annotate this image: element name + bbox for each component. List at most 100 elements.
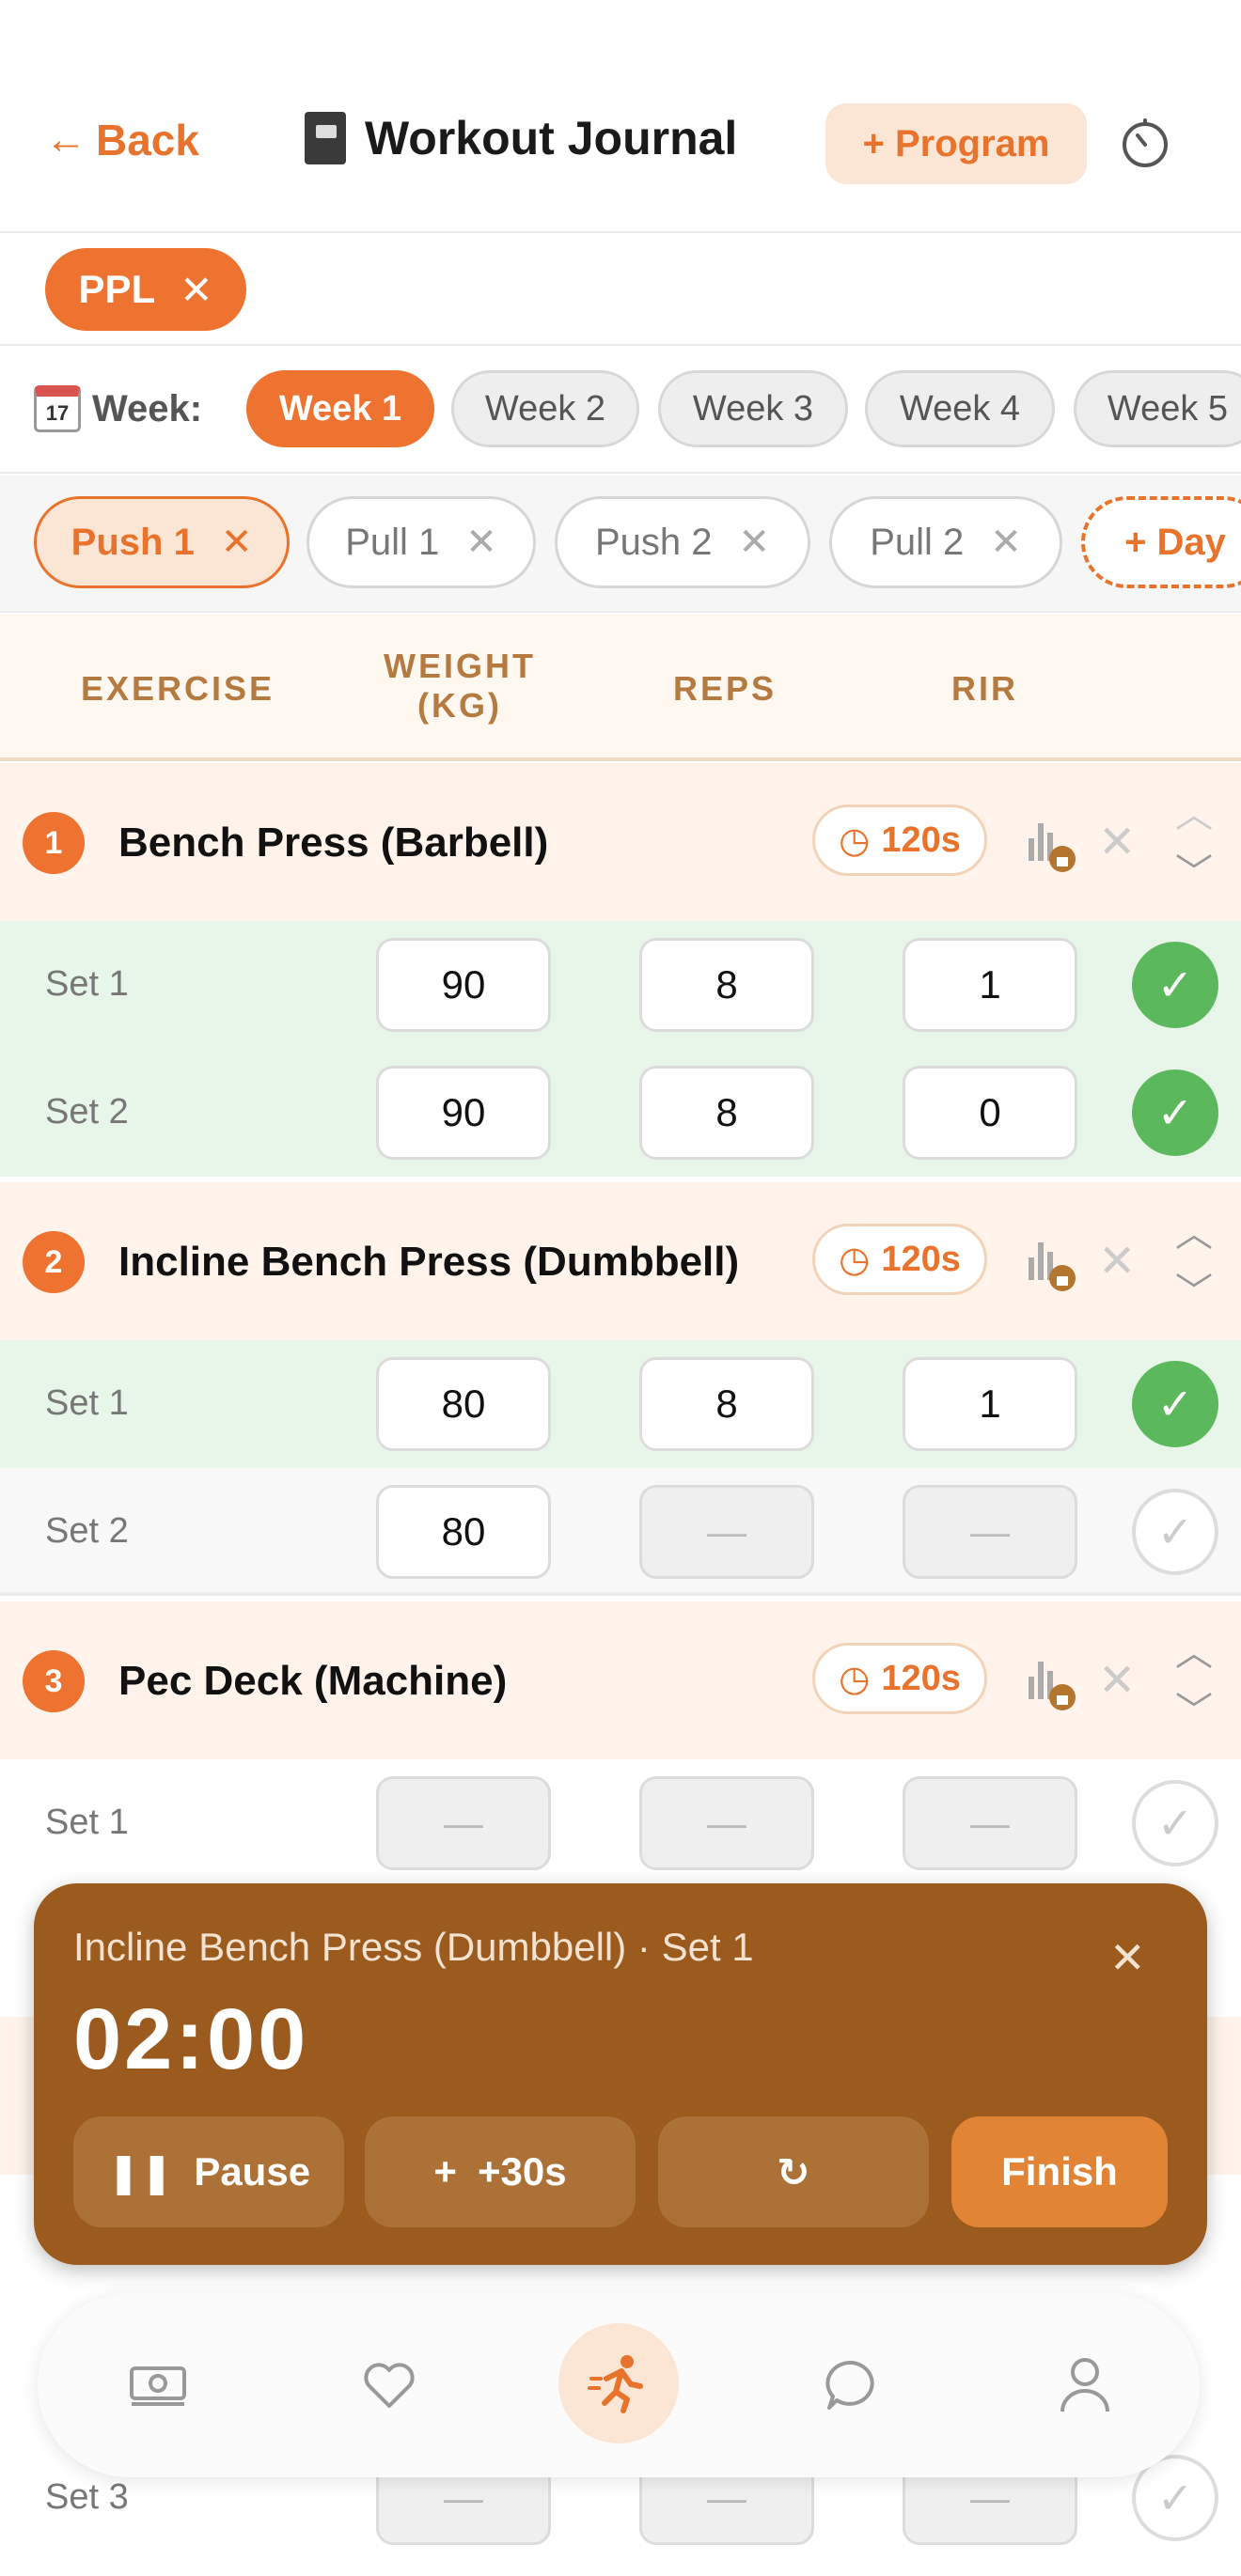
exercise-number: 2 [23, 1231, 85, 1293]
day-chip-push-1[interactable]: Push 1 ✕ [34, 496, 290, 588]
chevron-up-icon[interactable]: ︿ [1175, 1203, 1213, 1257]
bottom-nav [38, 2293, 1200, 2477]
checkmark-icon[interactable]: ✓ [1132, 942, 1218, 1028]
chevron-up-icon[interactable]: ︿ [1175, 784, 1213, 838]
week-label: 17 Week: [34, 385, 202, 432]
rir-input[interactable]: — [903, 1776, 1077, 1870]
week-chip-4[interactable]: Week 4 [865, 370, 1055, 447]
add-day-button[interactable]: + Day [1081, 496, 1241, 588]
close-icon[interactable]: ✕ [180, 267, 212, 313]
close-icon[interactable]: ✕ [221, 521, 253, 564]
close-icon[interactable]: ✕ [990, 521, 1022, 564]
day-chip-pull-2[interactable]: Pull 2 ✕ [829, 496, 1062, 588]
exercise-name[interactable]: Bench Press (Barbell) [118, 820, 548, 866]
column-reps: REPS [673, 669, 778, 708]
weight-input[interactable]: 90 [376, 938, 551, 1032]
back-button[interactable]: ← Back [45, 115, 199, 165]
timer-subtitle: Incline Bench Press (Dumbbell) · Set 1 [73, 1925, 754, 1969]
weight-input[interactable]: — [376, 1776, 551, 1870]
pause-button[interactable]: ❚❚ Pause [73, 2116, 344, 2227]
heart-icon[interactable] [352, 2348, 427, 2423]
checkmark-icon[interactable]: ✓ [1132, 1361, 1218, 1447]
close-icon[interactable]: ✕ [739, 521, 771, 564]
set-label: Set 2 [45, 1092, 129, 1132]
rest-time-chip[interactable]: ◷ 120s [812, 804, 987, 876]
rir-input[interactable]: 1 [903, 938, 1077, 1032]
set-row: Set 1 — — — ✓ [0, 1759, 1241, 1887]
reps-input[interactable]: 8 [639, 1357, 814, 1451]
rest-time-chip[interactable]: ◷ 120s [812, 1224, 987, 1295]
rest-time-chip[interactable]: ◷ 120s [812, 1643, 987, 1714]
locked-stats-icon[interactable] [1025, 812, 1077, 878]
set-row: Set 2 80 — — ✓ [0, 1468, 1241, 1596]
set-row: Set 1 80 8 1 ✓ [0, 1340, 1241, 1468]
exercise-header: 3 Pec Deck (Machine) ◷ 120s ✕ ︿ ﹀ [0, 1601, 1241, 1759]
set-label: Set 1 [45, 1803, 129, 1842]
reps-input[interactable]: — [639, 1485, 814, 1579]
chevron-down-icon[interactable]: ﹀ [1175, 1680, 1213, 1735]
set-label: Set 2 [45, 1511, 129, 1551]
rest-time-value: 120s [881, 1239, 961, 1279]
clock-icon: ◷ [839, 1240, 871, 1280]
clock-icon: ◷ [839, 820, 871, 861]
clock-icon: ◷ [839, 1659, 871, 1699]
day-chip-push-2[interactable]: Push 2 ✕ [555, 496, 810, 588]
page-title-text: Workout Journal [365, 112, 738, 164]
locked-stats-icon[interactable] [1025, 1231, 1077, 1297]
day-chip-pull-1[interactable]: Pull 1 ✕ [306, 496, 536, 588]
chevron-up-icon[interactable]: ︿ [1175, 1622, 1213, 1677]
remove-exercise-icon[interactable]: ✕ [1098, 1654, 1136, 1707]
chevron-down-icon[interactable]: ﹀ [1175, 1261, 1213, 1316]
pause-label: Pause [194, 2149, 311, 2194]
reps-input[interactable]: 8 [639, 1066, 814, 1160]
checkmark-icon[interactable]: ✓ [1132, 1489, 1218, 1575]
week-chip-3[interactable]: Week 3 [658, 370, 848, 447]
chat-icon[interactable] [814, 2348, 889, 2423]
set-row: Set 1 90 8 1 ✓ [0, 921, 1241, 1049]
column-weight: WEIGHT (KG) [384, 647, 536, 725]
day-chip-label: Pull 2 [870, 521, 965, 563]
day-chip-label: Pull 1 [345, 521, 440, 563]
restart-button[interactable]: ↻ [658, 2116, 929, 2227]
weight-input[interactable]: 80 [376, 1357, 551, 1451]
restart-icon: ↻ [777, 2149, 810, 2194]
profile-icon[interactable] [1047, 2348, 1123, 2423]
program-row: PPL ✕ [0, 235, 1241, 346]
set-row: Set 2 90 8 0 ✓ [0, 1049, 1241, 1177]
column-exercise: EXERCISE [81, 669, 275, 708]
add-30s-button[interactable]: + +30s [365, 2116, 636, 2227]
weight-input[interactable]: 80 [376, 1485, 551, 1579]
money-icon[interactable] [120, 2348, 196, 2423]
remove-exercise-icon[interactable]: ✕ [1098, 816, 1136, 868]
exercise-name[interactable]: Incline Bench Press (Dumbbell) [118, 1239, 739, 1286]
weight-input[interactable]: 90 [376, 1066, 551, 1160]
week-chip-1[interactable]: Week 1 [246, 370, 434, 447]
locked-stats-icon[interactable] [1025, 1650, 1077, 1716]
rir-input[interactable]: 1 [903, 1357, 1077, 1451]
rir-input[interactable]: 0 [903, 1066, 1077, 1160]
week-label-text: Week: [92, 387, 203, 429]
reps-input[interactable]: — [639, 1776, 814, 1870]
week-chip-5[interactable]: Week 5 [1074, 370, 1241, 447]
workout-runner-icon[interactable] [558, 2323, 679, 2443]
add-30s-label: +30s [477, 2149, 567, 2194]
week-chip-2[interactable]: Week 2 [451, 370, 639, 447]
back-label: Back [96, 116, 199, 164]
exercise-name[interactable]: Pec Deck (Machine) [118, 1658, 507, 1705]
set-label: Set 1 [45, 964, 129, 1004]
rir-input[interactable]: — [903, 1485, 1077, 1579]
page-title: Workout Journal [305, 111, 737, 165]
stopwatch-icon[interactable] [1119, 117, 1171, 169]
remove-exercise-icon[interactable]: ✕ [1098, 1235, 1136, 1288]
reps-input[interactable]: 8 [639, 938, 814, 1032]
chevron-down-icon[interactable]: ﹀ [1175, 842, 1213, 897]
close-icon[interactable]: ✕ [465, 521, 497, 564]
add-program-button[interactable]: + Program [825, 103, 1087, 184]
close-icon[interactable]: ✕ [1109, 1932, 1146, 1983]
finish-button[interactable]: Finish [951, 2116, 1168, 2227]
checkmark-icon[interactable]: ✓ [1132, 1069, 1218, 1156]
checkmark-icon[interactable]: ✓ [1132, 1780, 1218, 1866]
exercise-number: 3 [23, 1650, 85, 1712]
program-chip[interactable]: PPL ✕ [45, 248, 246, 331]
top-bar: ← Back Workout Journal + Program [0, 0, 1241, 233]
